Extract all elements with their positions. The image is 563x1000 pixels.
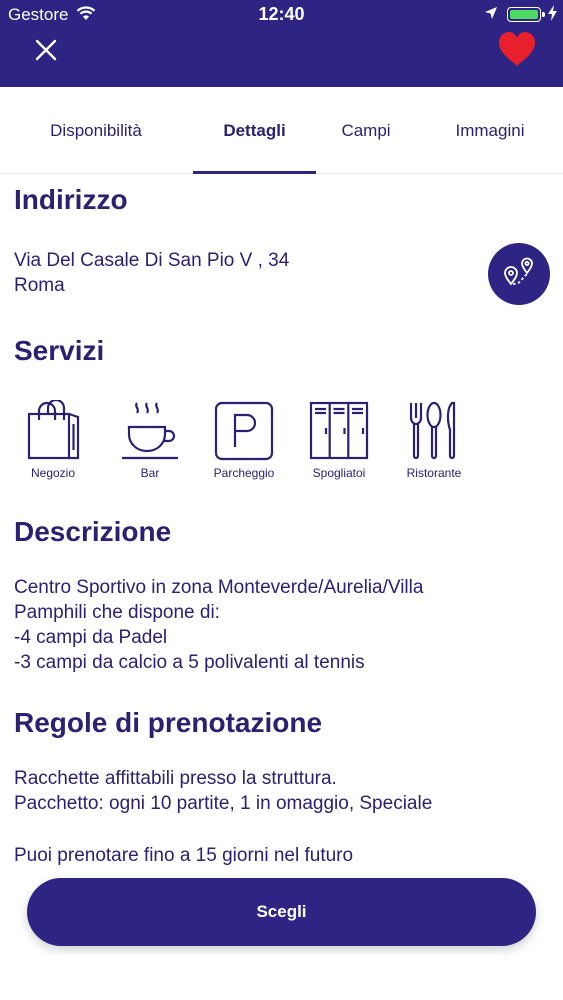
service-bar: Bar	[105, 400, 195, 480]
tab-campi[interactable]: Campi	[326, 87, 406, 174]
address-line1: Via Del Casale Di San Pio V , 34	[14, 250, 290, 271]
service-parcheggio: Parcheggio	[199, 400, 289, 480]
tab-immagini[interactable]: Immagini	[440, 87, 540, 174]
description-text: Centro Sportivo in zona Monteverde/Aurel…	[14, 577, 424, 673]
favorite-heart-button[interactable]	[497, 30, 537, 68]
service-label: Spogliatoi	[312, 466, 366, 480]
lockers-icon	[309, 401, 369, 460]
status-bar: Gestore 12:40	[0, 0, 563, 30]
battery-icon	[507, 7, 545, 22]
rules-text: Racchette affittabili presso la struttur…	[14, 768, 433, 814]
location-arrow-icon	[485, 7, 497, 19]
services-title: Servizi	[14, 335, 105, 366]
service-label: Negozio	[30, 466, 76, 480]
service-ristorante: Ristorante	[389, 400, 479, 480]
status-time: 12:40	[258, 4, 305, 24]
tab-disponibilita[interactable]: Disponibilità	[28, 87, 164, 174]
tab-dettagli[interactable]: Dettagli	[193, 87, 316, 174]
tab-bar: Disponibilità Dettagli Campi Immagini	[0, 87, 563, 174]
address-city: Roma	[14, 275, 65, 296]
cutlery-icon	[409, 401, 456, 460]
shop-bag-icon	[27, 400, 80, 460]
rules-title: Regole di prenotazione	[14, 707, 323, 738]
choose-button[interactable]: Scegli	[27, 878, 536, 946]
close-button[interactable]	[30, 34, 62, 66]
booking-window-text: Puoi prenotare fino a 15 giorni nel futu…	[14, 845, 354, 866]
service-spogliatoi: Spogliatoi	[294, 400, 384, 480]
app-header: Gestore 12:40	[0, 0, 563, 87]
service-label: Parcheggio	[213, 466, 275, 480]
address-title: Indirizzo	[14, 184, 128, 215]
description-title: Descrizione	[14, 516, 172, 547]
service-label: Ristorante	[406, 466, 462, 480]
parking-icon	[214, 401, 274, 461]
service-label: Bar	[140, 466, 160, 480]
directions-map-button[interactable]	[488, 243, 550, 305]
charging-bolt-icon	[548, 5, 557, 21]
coffee-cup-icon	[122, 402, 178, 460]
active-tab-indicator	[193, 171, 316, 174]
service-negozio: Negozio	[8, 400, 98, 480]
